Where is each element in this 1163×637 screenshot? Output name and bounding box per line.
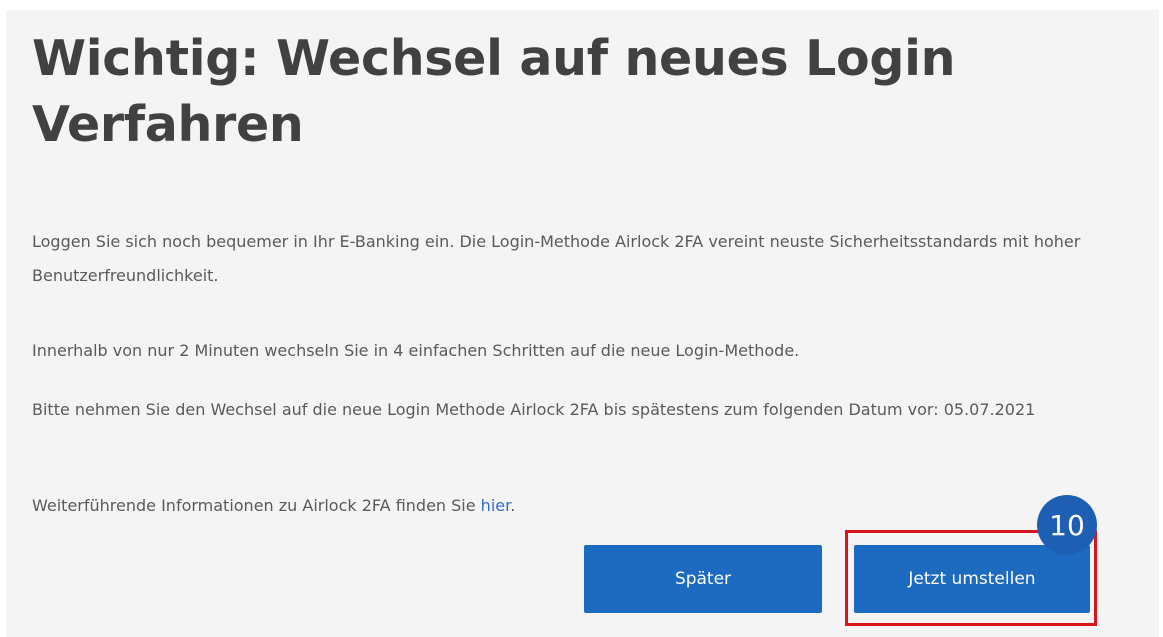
step-number-badge: 10 [1037,495,1097,555]
steps-paragraph: Innerhalb von nur 2 Minuten wechseln Sie… [32,341,800,360]
info-suffix: . [510,496,516,515]
deadline-paragraph: Bitte nehmen Sie den Wechsel auf die neu… [32,400,1036,419]
info-paragraph: Weiterführende Informationen zu Airlock … [32,489,1132,523]
intro-paragraph: Loggen Sie sich noch bequemer in Ihr E-B… [32,232,1081,285]
info-text: Weiterführende Informationen zu Airlock … [32,496,481,515]
page-title: Wichtig: Wechsel auf neues Login Verfahr… [32,30,956,153]
info-link[interactable]: hier [481,496,511,515]
later-button[interactable]: Später [584,545,822,613]
